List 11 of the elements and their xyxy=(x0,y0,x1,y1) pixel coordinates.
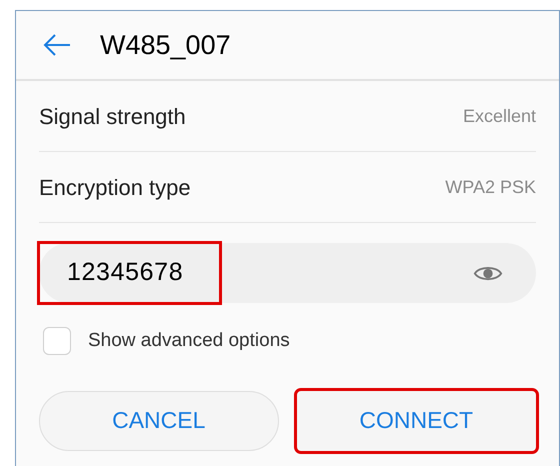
detail-value: WPA2 PSK xyxy=(445,176,536,198)
password-field[interactable]: 12345678 xyxy=(39,243,536,303)
checkbox-label: Show advanced options xyxy=(88,329,290,353)
network-title: W485_007 xyxy=(100,28,231,62)
detail-label: Signal strength xyxy=(39,102,186,131)
back-icon[interactable] xyxy=(42,33,72,57)
detail-value: Excellent xyxy=(462,104,536,128)
dialog-button[interactable]: CONNECT xyxy=(296,390,536,450)
checkbox[interactable] xyxy=(43,327,71,356)
dialog-button[interactable]: CANCEL xyxy=(39,390,278,450)
detail-label: Encryption type xyxy=(39,174,191,202)
